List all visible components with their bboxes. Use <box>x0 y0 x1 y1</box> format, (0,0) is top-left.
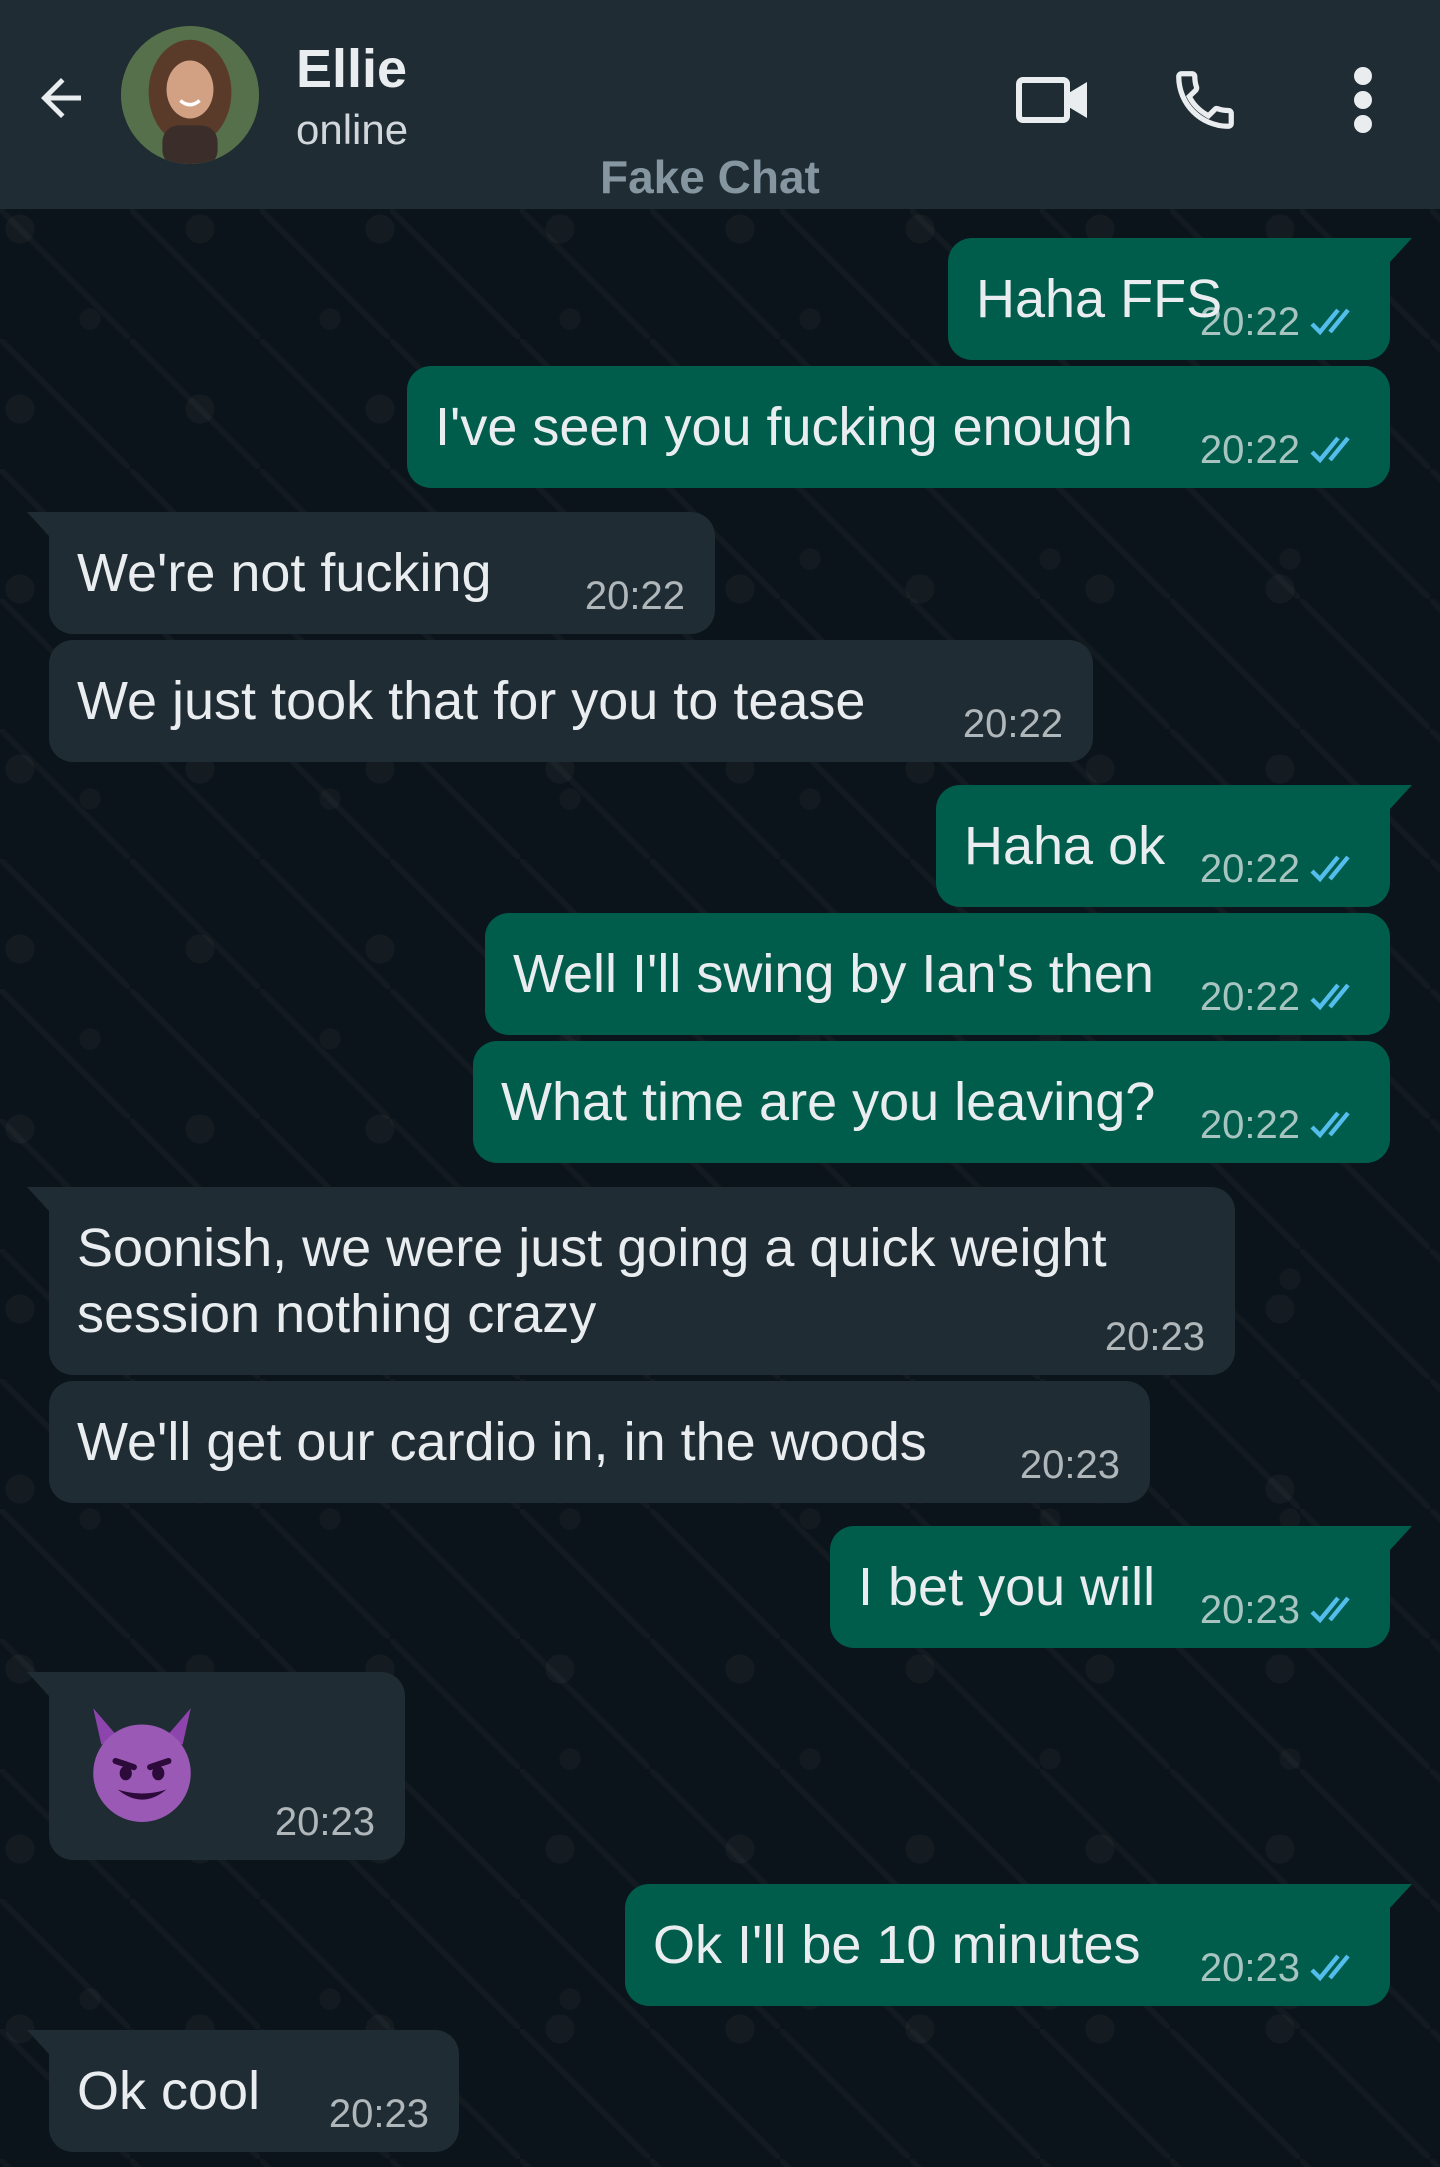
message-bubble-incoming[interactable]: We'll get our cardio in, in the woods 20… <box>49 1381 1150 1503</box>
message-text: We just took that for you to tease <box>77 671 866 731</box>
watermark-title: Fake Chat <box>600 151 820 203</box>
message-meta: 20:23 <box>275 1802 375 1842</box>
message-text: Well I'll swing by Ian's then <box>513 944 1154 1004</box>
message-time: 20:22 <box>1199 847 1300 891</box>
message-text: What time are you leaving? <box>501 1072 1156 1132</box>
double-check-icon <box>1310 855 1350 883</box>
message-bubble-outgoing[interactable]: What time are you leaving? 20:22 <box>473 1041 1390 1163</box>
message-meta: 20:22 <box>585 576 685 616</box>
message-bubble-outgoing[interactable]: Ok I'll be 10 minutes 20:23 <box>625 1884 1412 2006</box>
message-meta: 20:23 <box>1020 1445 1120 1485</box>
double-check-icon <box>1310 1596 1350 1624</box>
message-bubble-incoming[interactable]: We're not fucking 20:22 <box>27 512 715 634</box>
message-text: Haha ok <box>964 816 1166 876</box>
message-meta: 20:23 <box>1105 1317 1205 1357</box>
message-time: 20:23 <box>1019 1443 1120 1487</box>
message-bubble-incoming[interactable]: 20:23 <box>27 1672 405 1860</box>
message-meta: 20:23 <box>1200 1590 1366 1630</box>
message-time: 20:23 <box>328 2092 429 2136</box>
voice-call-button[interactable] <box>1160 55 1250 145</box>
message-meta: 20:22 <box>1200 302 1366 342</box>
video-call-button[interactable] <box>1008 55 1098 145</box>
double-check-icon <box>1310 1111 1350 1139</box>
message-time: 20:22 <box>962 702 1063 746</box>
message-bubble-outgoing[interactable]: I've seen you fucking enough 20:22 <box>407 366 1390 488</box>
more-vertical-icon <box>1354 67 1372 133</box>
back-button[interactable] <box>26 58 96 138</box>
message-time: 20:23 <box>1199 1588 1300 1632</box>
message-bubble-incoming[interactable]: We just took that for you to tease 20:22 <box>49 640 1093 762</box>
message-text: Soonish, we were just going a quick weig… <box>77 1218 1122 1344</box>
chat-header: Ellie online Fake Chat <box>0 0 1440 209</box>
message-bubble-incoming[interactable]: Ok cool 20:23 <box>27 2030 459 2152</box>
message-meta: 20:22 <box>1200 977 1366 1017</box>
message-text: Haha FFS <box>976 269 1223 329</box>
message-text: Ok I'll be 10 minutes <box>653 1915 1141 1975</box>
message-time: 20:23 <box>274 1800 375 1844</box>
double-check-icon <box>1310 308 1350 336</box>
message-text: Ok cool <box>77 2061 261 2121</box>
message-time: 20:22 <box>1199 1103 1300 1147</box>
message-text: I bet you will <box>858 1557 1156 1617</box>
message-meta: 20:22 <box>1200 849 1366 889</box>
double-check-icon <box>1310 983 1350 1011</box>
contact-name[interactable]: Ellie <box>296 38 407 100</box>
message-bubble-outgoing[interactable]: I bet you will 20:23 <box>830 1526 1412 1648</box>
double-check-icon <box>1310 436 1350 464</box>
double-check-icon <box>1310 1954 1350 1982</box>
message-meta: 20:22 <box>1200 430 1366 470</box>
video-camera-icon <box>1016 77 1087 123</box>
message-time: 20:22 <box>1199 428 1300 472</box>
message-text: We're not fucking <box>77 543 492 603</box>
message-time: 20:22 <box>1199 300 1300 344</box>
message-time: 20:23 <box>1199 1946 1300 1990</box>
message-bubble-outgoing[interactable]: Well I'll swing by Ian's then 20:22 <box>485 913 1390 1035</box>
overflow-menu-button[interactable] <box>1318 55 1408 145</box>
message-time: 20:23 <box>1104 1315 1205 1359</box>
message-meta: 20:22 <box>1200 1105 1366 1145</box>
message-text: We'll get our cardio in, in the woods <box>77 1412 927 1472</box>
message-bubble-outgoing[interactable]: Haha ok 20:22 <box>936 785 1412 907</box>
contact-status: online <box>296 106 409 153</box>
smiling-imp-emoji <box>93 1708 191 1822</box>
contact-photo <box>121 26 259 164</box>
message-time: 20:22 <box>1199 975 1300 1019</box>
message-bubble-outgoing[interactable]: Haha FFS 20:22 <box>948 238 1412 360</box>
message-bubble-incoming[interactable]: Soonish, we were just going a quick weig… <box>27 1187 1235 1375</box>
message-time: 20:22 <box>584 574 685 618</box>
message-meta: 20:23 <box>1200 1948 1366 1988</box>
message-text: I've seen you fucking enough <box>435 397 1133 457</box>
message-meta: 20:22 <box>963 704 1063 744</box>
phone-icon <box>1176 71 1234 129</box>
arrow-left-icon <box>41 78 81 118</box>
avatar[interactable] <box>121 26 259 164</box>
message-meta: 20:23 <box>329 2094 429 2134</box>
